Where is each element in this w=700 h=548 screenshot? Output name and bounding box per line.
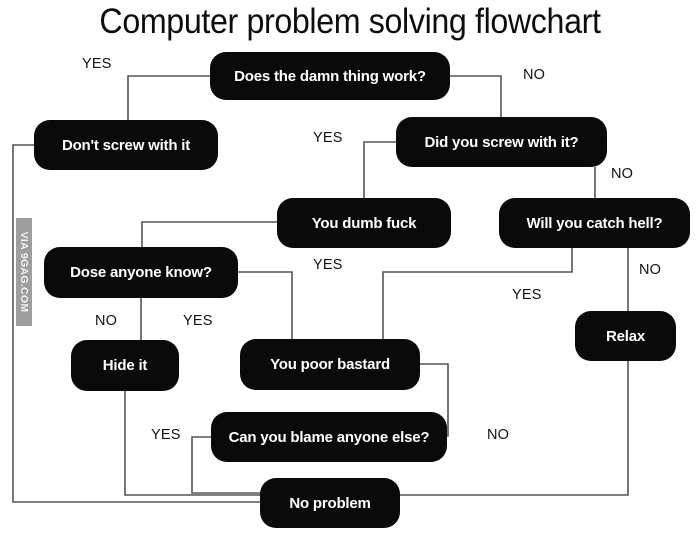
edge-label-yes-work: YES <box>82 56 112 72</box>
node-label: Dose anyone know? <box>70 264 212 281</box>
flowchart-canvas: Computer problem solving flowchart Does … <box>0 0 700 548</box>
node-hide-it[interactable]: Hide it <box>71 340 179 391</box>
edge-didscrew-yes <box>363 141 396 198</box>
node-dont-screw-with-it[interactable]: Don't screw with it <box>34 120 218 170</box>
node-you-dumb-fuck[interactable]: You dumb fuck <box>277 198 451 248</box>
node-label: Does the damn thing work? <box>234 67 426 85</box>
edge-label-no-blame: NO <box>487 427 510 443</box>
edge-label-yes-blame: YES <box>151 427 181 443</box>
edge-label-no-work: NO <box>523 67 546 83</box>
node-did-you-screw-with-it[interactable]: Did you screw with it? <box>396 117 607 167</box>
node-will-you-catch-hell[interactable]: Will you catch hell? <box>499 198 690 248</box>
node-label: You poor bastard <box>270 356 390 373</box>
node-label: You dumb fuck <box>311 214 417 232</box>
node-can-you-blame-anyone-else[interactable]: Can you blame anyone else? <box>211 412 447 462</box>
edge-dumb-dose <box>141 221 277 247</box>
edge-label-yes-dose-know: YES <box>313 257 343 273</box>
node-label: Did you screw with it? <box>424 133 579 151</box>
edge-label-yes-dose-know-right: YES <box>183 313 213 329</box>
node-you-poor-bastard[interactable]: You poor bastard <box>240 339 420 390</box>
edge-label-yes-did-screw: YES <box>313 130 343 146</box>
watermark-label: VIA 9GAG.COM <box>18 231 30 313</box>
node-no-problem[interactable]: No problem <box>260 478 400 528</box>
edge-dose-yes <box>238 271 293 339</box>
node-label: Hide it <box>102 357 148 374</box>
edge-label-no-did-screw: NO <box>611 166 634 182</box>
node-does-the-damn-thing-work[interactable]: Does the damn thing work? <box>210 52 450 100</box>
edge-work-yes <box>127 75 210 120</box>
node-label: Will you catch hell? <box>526 214 663 232</box>
edge-catchhell-yes <box>382 248 573 339</box>
edge-label-no-catch-hell: NO <box>639 262 662 278</box>
node-label: Can you blame anyone else? <box>228 428 430 446</box>
node-label: Relax <box>605 327 646 345</box>
node-dose-anyone-know[interactable]: Dose anyone know? <box>44 247 238 298</box>
edge-work-no <box>450 75 502 117</box>
edge-label-no-dose-know: NO <box>95 313 118 329</box>
watermark-9gag: VIA 9GAG.COM <box>16 218 32 326</box>
node-relax[interactable]: Relax <box>575 311 676 361</box>
edge-label-yes-catch-hell: YES <box>512 287 542 303</box>
node-label: No problem <box>289 494 371 512</box>
node-label: Don't screw with it <box>61 136 191 154</box>
